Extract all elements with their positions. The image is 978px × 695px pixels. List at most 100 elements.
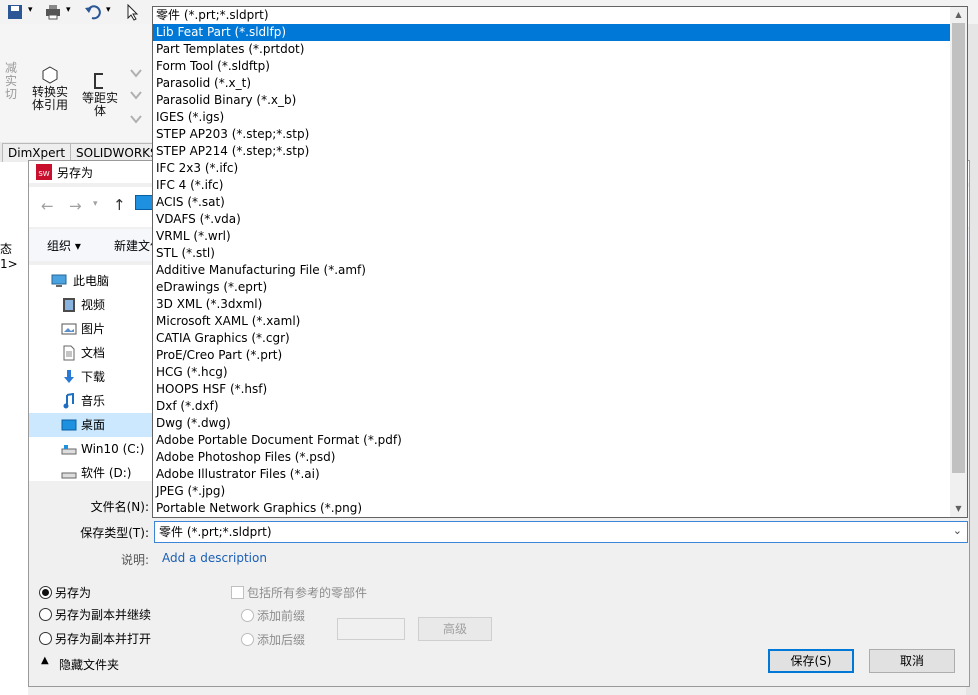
filetype-option[interactable]: IGES (*.igs) (153, 109, 950, 126)
solidworks-app-icon: SW (36, 164, 52, 180)
nav-item-pictures[interactable]: 图片 (29, 317, 153, 341)
nav-item-music[interactable]: 音乐 (29, 389, 153, 413)
organize-button[interactable]: 组织 ▾ (47, 237, 81, 254)
hide-folders-button[interactable]: 隐藏文件夹 (59, 656, 119, 673)
filetype-option[interactable]: STL (*.stl) (153, 245, 950, 262)
print-dropdown-icon[interactable]: ▾ (66, 5, 71, 15)
add-prefix-radio[interactable] (241, 609, 254, 622)
filetype-option[interactable]: ACIS (*.sat) (153, 194, 950, 211)
save-dropdown-icon[interactable]: ▾ (28, 5, 33, 15)
filetype-option[interactable]: VRML (*.wrl) (153, 228, 950, 245)
add-prefix-label: 添加前缀 (257, 609, 306, 623)
save-copy-open-radio[interactable] (39, 632, 52, 645)
filetype-option[interactable]: Microsoft XAML (*.xaml) (153, 313, 950, 330)
filetype-option[interactable]: HOOPS HSF (*.hsf) (153, 381, 950, 398)
save-as-radio[interactable] (39, 586, 52, 599)
advanced-button[interactable]: 高级 (418, 617, 492, 641)
undo-icon[interactable] (84, 3, 102, 21)
scroll-down-icon[interactable]: ▼ (950, 501, 967, 517)
scrollbar-thumb[interactable] (952, 23, 965, 473)
download-icon (64, 370, 74, 383)
filetype-options: 零件 (*.prt;*.sldprt) Lib Feat Part (*.sldl… (153, 7, 950, 517)
mirror-entities-icon[interactable] (127, 66, 145, 126)
nav-item-videos[interactable]: 视频 (29, 293, 153, 317)
scroll-up-icon[interactable]: ▲ (950, 7, 967, 23)
filetype-option[interactable]: Portable Network Graphics (*.png) (153, 500, 950, 517)
filetype-option[interactable]: ProE/Creo Part (*.prt) (153, 347, 950, 364)
recent-locations-icon[interactable]: ▾ (93, 199, 98, 209)
filetype-option[interactable]: CATIA Graphics (*.cgr) (153, 330, 950, 347)
nav-item-documents[interactable]: 文档 (29, 341, 153, 365)
add-description-link[interactable]: Add a description (162, 551, 267, 565)
filetype-option[interactable]: Part Templates (*.prtdot) (153, 41, 950, 58)
offset-entities-button[interactable]: 等距实体 (78, 92, 122, 118)
forward-arrow-icon[interactable]: → (69, 197, 82, 215)
ribbon-partial-command: 减实切 (4, 61, 17, 101)
documents-icon (63, 345, 75, 361)
drive-icon (61, 472, 77, 479)
print-icon[interactable] (44, 3, 62, 21)
save-as-radio-label: 另存为 (55, 586, 92, 600)
filetype-option[interactable]: 3D XML (*.3dxml) (153, 296, 950, 313)
select-cursor-icon[interactable] (124, 3, 142, 21)
add-suffix-radio[interactable] (241, 633, 254, 646)
convert-entities-button[interactable]: 转换实 体引用 (28, 86, 72, 112)
config-fragment: 态 1> (0, 242, 18, 271)
chevron-up-icon[interactable]: ▲ (41, 655, 49, 666)
convert-entities-icon (42, 66, 58, 84)
filetype-option[interactable]: Adobe Portable Document Format (*.pdf) (153, 432, 950, 449)
filetype-option[interactable]: STEP AP203 (*.step;*.stp) (153, 126, 950, 143)
filetype-option[interactable]: 零件 (*.prt;*.sldprt) (153, 7, 950, 24)
filetype-option[interactable]: Additive Manufacturing File (*.amf) (153, 262, 950, 279)
filetype-option[interactable]: Form Tool (*.sldftp) (153, 58, 950, 75)
filetype-option[interactable]: Dwg (*.dwg) (153, 415, 950, 432)
save-copy-continue-radio[interactable] (39, 608, 52, 621)
nav-item-drive-c[interactable]: Win10 (C:) (29, 437, 153, 461)
navigation-pane: 此电脑 视频 图片 文档 下载 音乐 桌面 Win10 (C:) 软件 (D:) (29, 265, 153, 481)
nav-item-desktop[interactable]: 桌面 (29, 413, 153, 437)
pictures-icon (61, 323, 77, 335)
dropdown-scrollbar[interactable]: ▲ ▼ (950, 7, 967, 517)
offset-entities-icon (94, 73, 103, 89)
filetype-option[interactable]: Lib Feat Part (*.sldlfp) (153, 24, 950, 41)
include-references-checkbox[interactable] (231, 586, 244, 599)
up-arrow-icon[interactable]: ↑ (113, 196, 126, 214)
cancel-button[interactable]: 取消 (869, 649, 955, 673)
svg-text:SW: SW (38, 170, 49, 178)
filetype-select[interactable]: 零件 (*.prt;*.sldprt) ⌄ (154, 521, 968, 543)
filetype-option[interactable]: Parasolid Binary (*.x_b) (153, 92, 950, 109)
filetype-option[interactable]: Parasolid (*.x_t) (153, 75, 950, 92)
filetype-option[interactable]: Adobe Illustrator Files (*.ai) (153, 466, 950, 483)
filetype-option[interactable]: Dxf (*.dxf) (153, 398, 950, 415)
feature-tree-panel: 态 1> (0, 162, 28, 695)
description-label: 说明: (120, 553, 149, 567)
nav-item-downloads[interactable]: 下载 (29, 365, 153, 389)
filetype-dropdown-list[interactable]: 零件 (*.prt;*.sldprt) Lib Feat Part (*.sldl… (152, 6, 968, 518)
include-references-label: 包括所有参考的零部件 (247, 586, 368, 600)
prefix-suffix-input[interactable] (337, 618, 405, 640)
filetype-option[interactable]: STEP AP214 (*.step;*.stp) (153, 143, 950, 160)
save-button[interactable]: 保存(S) (768, 649, 854, 673)
filetype-option[interactable]: IFC 2x3 (*.ifc) (153, 160, 950, 177)
filetype-option[interactable]: IFC 4 (*.ifc) (153, 177, 950, 194)
dialog-title: 另存为 (57, 166, 94, 180)
filetype-option[interactable]: eDrawings (*.eprt) (153, 279, 950, 296)
filetype-selected-value: 零件 (*.prt;*.sldprt) (159, 525, 272, 539)
filetype-label: 保存类型(T): (80, 526, 149, 540)
save-copy-continue-label: 另存为副本并继续 (55, 608, 152, 622)
address-desktop-icon[interactable] (135, 195, 153, 210)
drive-icon (61, 445, 77, 455)
filetype-option[interactable]: Adobe Photoshop Files (*.psd) (153, 449, 950, 466)
nav-item-this-pc[interactable]: 此电脑 (29, 269, 153, 293)
video-icon (63, 298, 75, 312)
back-arrow-icon[interactable]: ← (41, 197, 54, 215)
nav-item-drive-d[interactable]: 软件 (D:) (29, 461, 153, 485)
filetype-option[interactable]: JPEG (*.jpg) (153, 483, 950, 500)
filetype-option[interactable]: VDAFS (*.vda) (153, 211, 950, 228)
filetype-option[interactable]: HCG (*.hcg) (153, 364, 950, 381)
undo-dropdown-icon[interactable]: ▾ (106, 5, 111, 15)
music-icon (63, 393, 74, 409)
add-suffix-label: 添加后缀 (257, 633, 306, 647)
save-icon[interactable] (6, 3, 24, 21)
solidworks-command-tabs: DimXpert SOLIDWORKS插 (0, 142, 164, 178)
